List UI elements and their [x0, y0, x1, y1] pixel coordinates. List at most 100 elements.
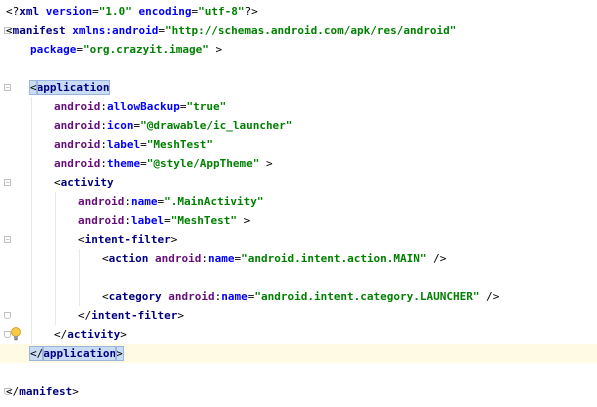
token-punct: = — [92, 5, 99, 18]
token-attr: icon — [106, 119, 134, 132]
token-punct: /> — [479, 290, 500, 303]
token-attr: allowBackup — [106, 100, 180, 113]
token-punct: /> — [426, 252, 447, 265]
code-line[interactable] — [0, 363, 597, 382]
token-tag: application — [35, 80, 111, 95]
code-line[interactable]: android:allowBackup="true" — [0, 97, 597, 116]
token-ns: android — [54, 157, 101, 170]
code-line[interactable]: <application — [0, 78, 597, 97]
token-attr: label — [130, 214, 165, 227]
token-tag: activity — [67, 328, 121, 341]
code-line[interactable]: </manifest> — [0, 382, 597, 401]
code-editor[interactable]: <?xml version="1.0" encoding="utf-8"?> <m… — [0, 0, 597, 407]
token-punct: < — [29, 80, 38, 95]
code-line-text: </activity> — [54, 325, 127, 344]
code-line-text: <intent-filter> — [78, 230, 177, 249]
token-tag: xml — [19, 5, 40, 18]
code-line[interactable]: android:label="MeshTest" > — [0, 211, 597, 230]
code-line[interactable]: </activity> — [0, 325, 597, 344]
token-punct: </ — [28, 346, 45, 361]
token-tag: action — [108, 252, 149, 265]
token-punct — [148, 252, 155, 265]
token-punct: = — [164, 214, 171, 227]
code-line[interactable]: </application> — [0, 344, 597, 363]
code-line-text: <category android:name="android.intent.c… — [102, 287, 499, 306]
code-line-text: <action android:name="android.intent.act… — [102, 249, 446, 268]
token-attr: name — [130, 195, 158, 208]
code-line-text: <?xml version="1.0" encoding="utf-8"?> — [6, 2, 258, 21]
token-punct: </ — [54, 328, 68, 341]
token-attr: package — [30, 43, 77, 56]
code-line-text: <activity — [54, 173, 114, 192]
token-punct: : — [124, 195, 131, 208]
token-punct: : — [100, 157, 107, 170]
token-val: "true" — [186, 100, 227, 113]
code-line[interactable]: android:name=".MainActivity" — [0, 192, 597, 211]
token-val: "android.intent.action.MAIN" — [241, 252, 427, 265]
token-val: "android.intent.category.LAUNCHER" — [254, 290, 480, 303]
token-punct: = — [76, 43, 83, 56]
token-ns: android — [168, 290, 215, 303]
token-val: "org.crazyit.image" — [82, 43, 209, 56]
code-line[interactable]: android:label="MeshTest" — [0, 135, 597, 154]
token-punct: < — [6, 24, 13, 37]
token-tag: intent-filter — [91, 309, 178, 322]
token-tag: category — [108, 290, 162, 303]
code-line[interactable] — [0, 59, 597, 78]
token-punct: : — [201, 252, 208, 265]
token-punct: > — [208, 43, 223, 56]
token-tag: activity — [60, 176, 114, 189]
token-val: "http://schemas.android.com/apk/res/andr… — [164, 24, 457, 37]
token-punct: = — [158, 24, 165, 37]
token-punct: > — [120, 328, 127, 341]
token-punct: > — [259, 157, 273, 170]
token-ns: android — [54, 138, 101, 151]
token-punct: < — [78, 233, 85, 246]
code-line[interactable] — [0, 268, 597, 287]
token-punct: = — [140, 138, 147, 151]
code-line[interactable]: <activity — [0, 173, 597, 192]
code-line[interactable]: </intent-filter> — [0, 306, 597, 325]
code-line[interactable]: package="org.crazyit.image" > — [0, 40, 597, 59]
code-line[interactable]: <?xml version="1.0" encoding="utf-8"?> — [0, 2, 597, 21]
code-line[interactable]: <action android:name="android.intent.act… — [0, 249, 597, 268]
token-punct: > — [72, 385, 79, 398]
token-val: "1.0" — [98, 5, 132, 18]
token-tag: intent-filter — [84, 233, 171, 246]
token-punct: ?> — [244, 5, 258, 18]
token-val: ".MainActivity" — [164, 195, 264, 208]
token-ns: android — [54, 100, 101, 113]
code-line[interactable]: android:theme="@style/AppTheme" > — [0, 154, 597, 173]
token-punct: <? — [6, 5, 20, 18]
token-ns: android — [78, 214, 125, 227]
code-line-text: </manifest> — [6, 382, 79, 401]
token-ns: android — [78, 195, 125, 208]
token-punct: = — [140, 157, 147, 170]
token-punct: > — [236, 214, 251, 227]
code-line-text: package="org.crazyit.image" > — [30, 40, 222, 59]
token-punct: : — [124, 214, 131, 227]
token-val: "MeshTest" — [146, 138, 213, 151]
code-line-text: android:label="MeshTest" > — [78, 211, 250, 230]
code-line[interactable]: <intent-filter> — [0, 230, 597, 249]
token-attr: encoding — [138, 5, 192, 18]
code-line-text: android:allowBackup="true" — [54, 97, 226, 116]
token-attr: version — [45, 5, 93, 18]
token-attr: theme — [106, 157, 141, 170]
token-punct: < — [54, 176, 61, 189]
token-punct: </ — [6, 385, 20, 398]
token-val: "MeshTest" — [170, 214, 237, 227]
token-tag: manifest — [12, 24, 66, 37]
code-line-text: </intent-filter> — [78, 306, 184, 325]
token-punct: > — [170, 233, 178, 246]
token-tag: manifest — [19, 385, 73, 398]
code-line[interactable]: <category android:name="android.intent.c… — [0, 287, 597, 306]
code-line[interactable]: android:icon="@drawable/ic_launcher" — [0, 116, 597, 135]
token-tag: application — [42, 346, 118, 361]
token-val: "utf-8" — [198, 5, 245, 18]
code-line-text: android:label="MeshTest" — [54, 135, 213, 154]
code-line[interactable]: <manifest xmlns:android="http://schemas.… — [0, 21, 597, 40]
token-punct: > — [177, 309, 184, 322]
code-line-text: android:icon="@drawable/ic_launcher" — [54, 116, 292, 135]
token-val: "@style/AppTheme" — [146, 157, 260, 170]
